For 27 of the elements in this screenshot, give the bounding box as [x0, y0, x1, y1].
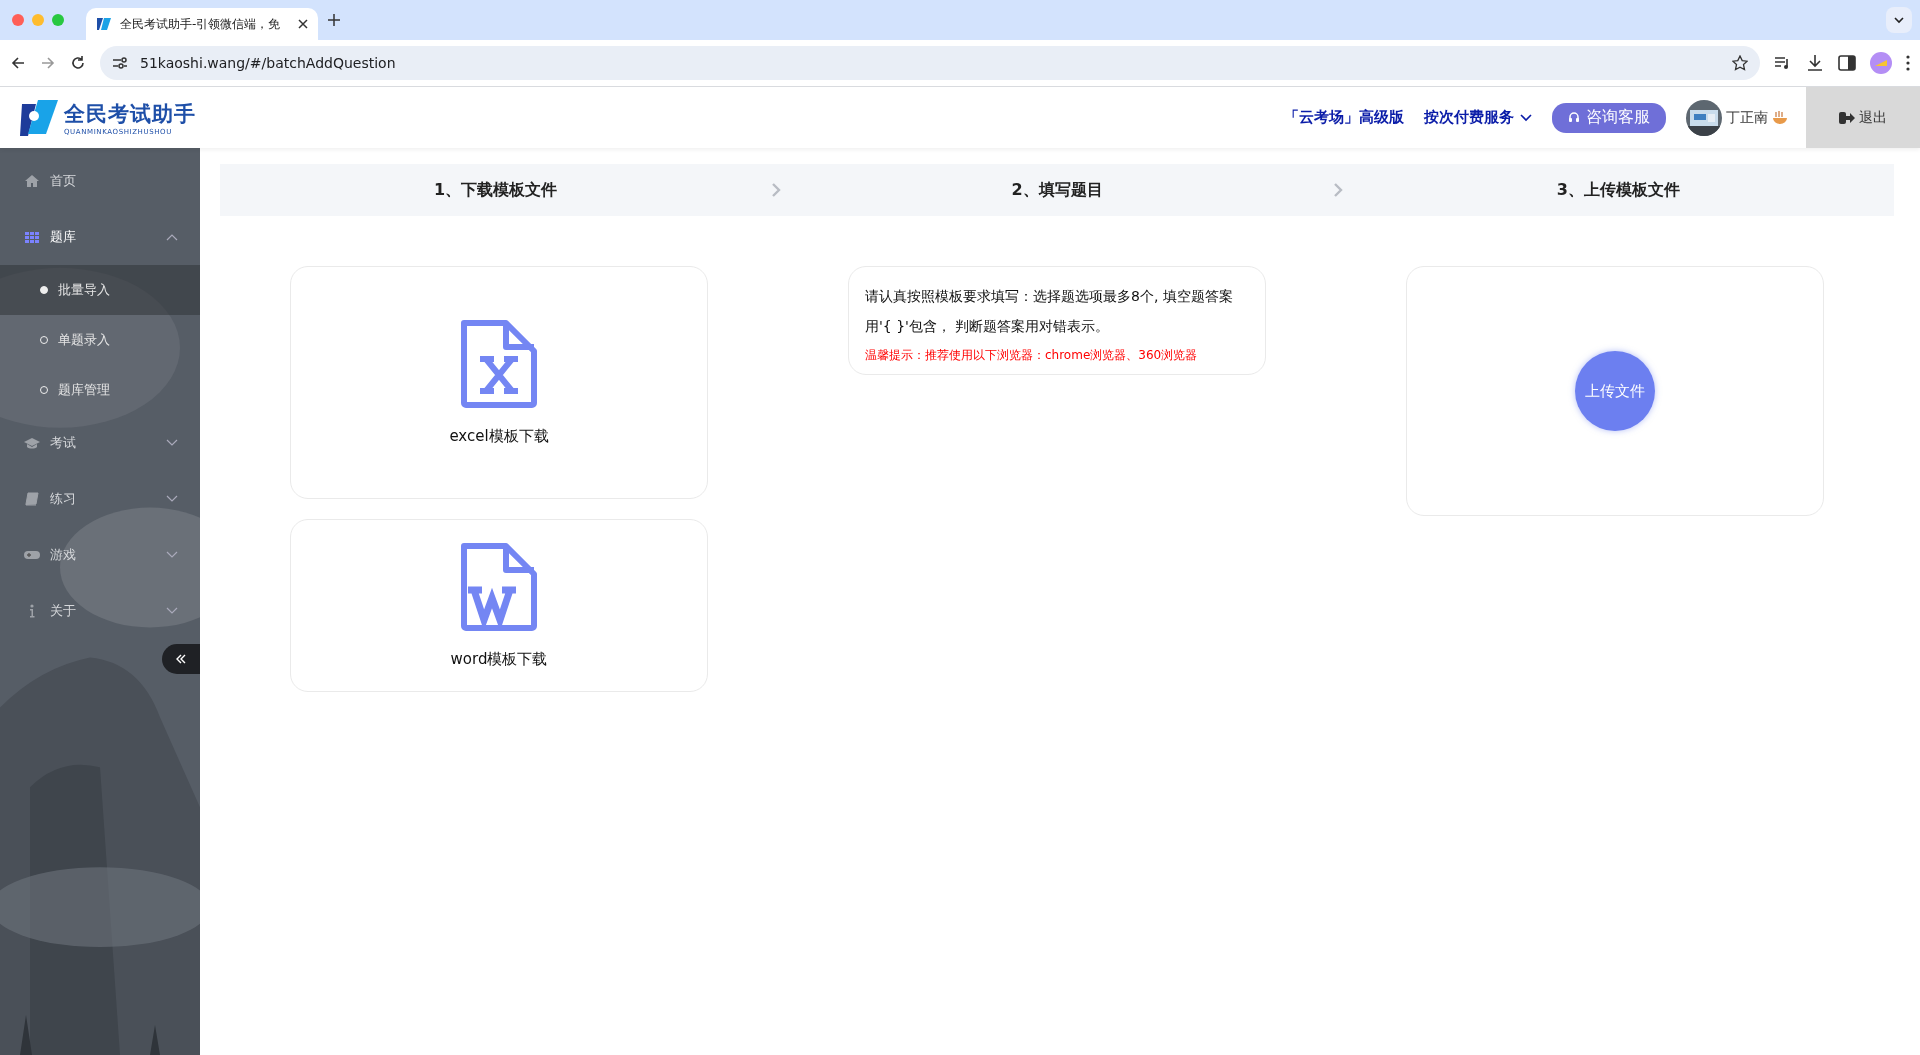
- upload-button[interactable]: 上传文件: [1575, 351, 1655, 431]
- browser-tab[interactable]: 全民考试助手-引领微信端，免: [86, 8, 318, 40]
- download-card[interactable]: word模板下载: [290, 519, 708, 692]
- download-card[interactable]: excel模板下载: [290, 266, 708, 499]
- step-label: 1、下载模板文件: [433, 179, 559, 201]
- logout-button[interactable]: 退出: [1806, 87, 1920, 148]
- sidebar-item[interactable]: 首页: [0, 153, 200, 209]
- step-label: 2、填写题目: [1010, 179, 1104, 201]
- sidebar-item[interactable]: 题库: [0, 209, 200, 265]
- sidebar-subitem[interactable]: 批量导入: [0, 265, 200, 315]
- browser-tip: 温馨提示：推荐使用以下浏览器：chrome浏览器、360浏览器: [865, 347, 1199, 364]
- step-label: 3、上传模板文件: [1555, 179, 1681, 201]
- plan-link[interactable]: 「云考场」高级版: [1284, 108, 1404, 127]
- sidebar-subitem[interactable]: 题库管理: [0, 365, 200, 415]
- user-name[interactable]: 丁正南: [1726, 108, 1768, 127]
- tab-title: 全民考试助手-引领微信端，免: [120, 15, 282, 33]
- sidebar-item[interactable]: 考试: [0, 415, 200, 471]
- logo-title: 全民考试助手: [64, 100, 196, 128]
- url-text: 51kaoshi.wang/#/batchAddQuestion: [140, 55, 397, 71]
- sidebar-item[interactable]: 关于: [0, 583, 200, 639]
- service-menu[interactable]: 按次付费服务: [1424, 108, 1532, 127]
- sidebar-item[interactable]: 练习: [0, 471, 200, 527]
- address-bar[interactable]: 51kaoshi.wang/#/batchAddQuestion: [100, 46, 1760, 80]
- sidebar-subitem[interactable]: 单题录入: [0, 315, 200, 365]
- consult-button[interactable]: 咨询客服: [1552, 102, 1666, 133]
- sidebar-item[interactable]: 游戏: [0, 527, 200, 583]
- notice-text: 请认真按照模板要求填写：选择题选项最多8个, 填空题答案用'{ }'包含， 判断题答案用对错表示。: [865, 287, 1234, 336]
